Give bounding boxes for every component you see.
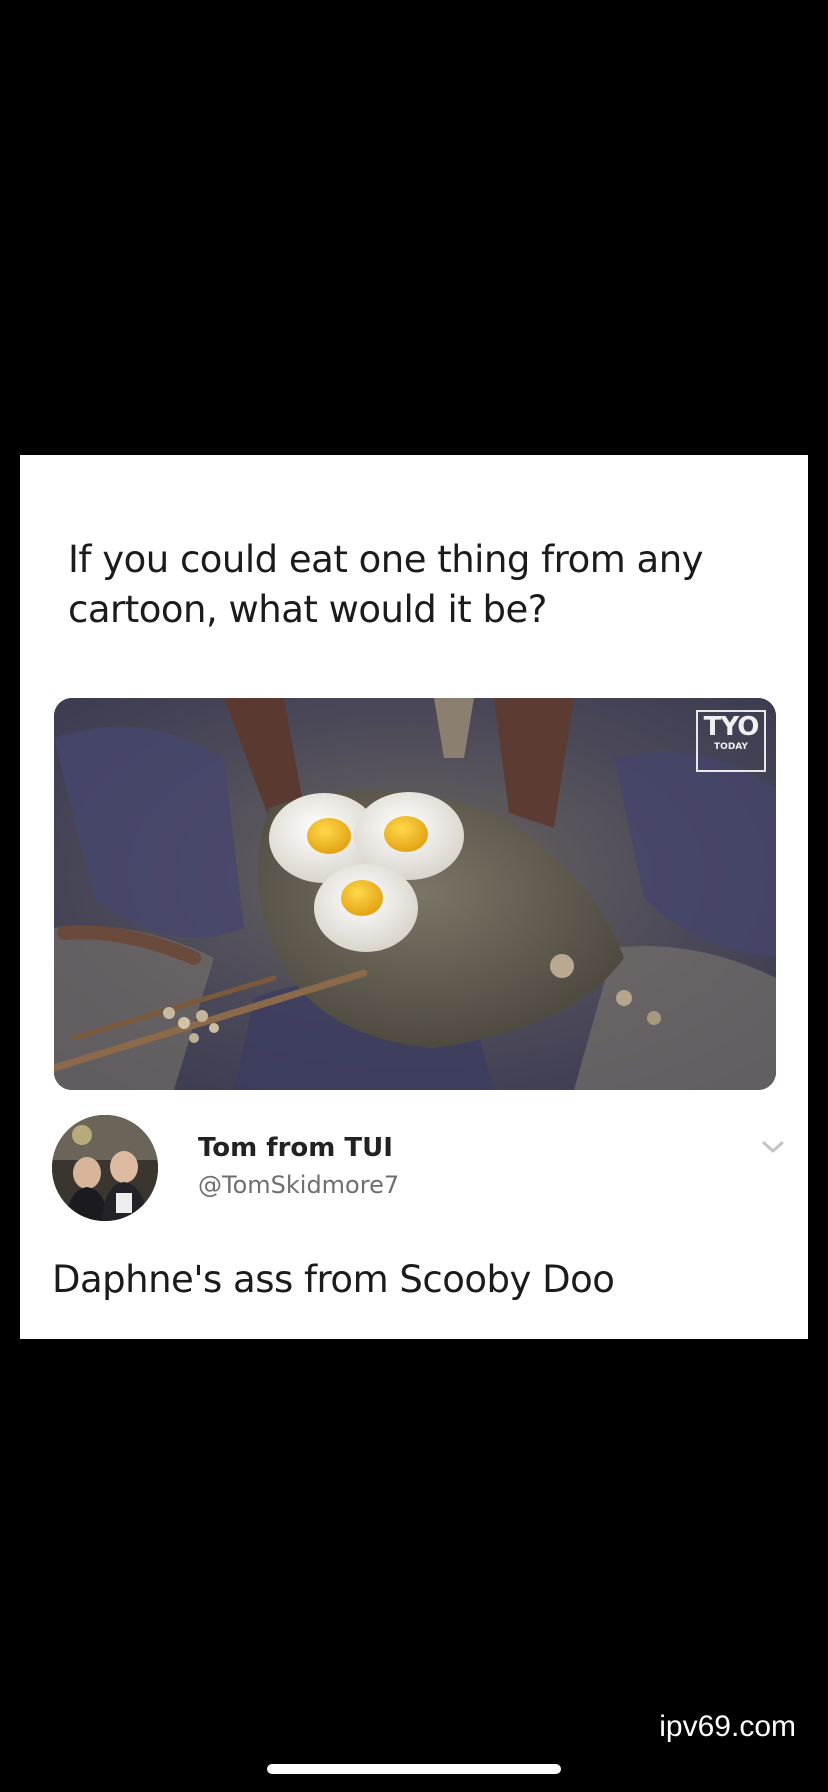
home-indicator[interactable] — [267, 1764, 561, 1774]
tyo-logo: TYO TODAY — [696, 710, 766, 772]
question-text: If you could eat one thing from any cart… — [68, 538, 704, 631]
logo-small-text: TODAY — [714, 742, 748, 752]
reply-author: Tom from TUI @TomSkidmore7 — [52, 1115, 802, 1227]
post-photo[interactable]: TYO TODAY — [54, 698, 776, 1090]
avatar-photo-icon — [52, 1115, 158, 1221]
screen: If you could eat one thing from any cart… — [0, 0, 828, 1792]
logo-big-text: TYO — [703, 712, 760, 742]
meme-card: If you could eat one thing from any cart… — [20, 455, 808, 1339]
reply-text: Daphne's ass from Scooby Doo — [52, 1258, 615, 1301]
fried-eggs-on-rock-photo — [54, 698, 776, 1090]
author-name[interactable]: Tom from TUI — [198, 1133, 393, 1163]
avatar[interactable] — [52, 1115, 158, 1221]
site-watermark: ipv69.com — [659, 1710, 796, 1743]
chevron-down-icon[interactable] — [760, 1137, 786, 1157]
author-handle[interactable]: @TomSkidmore7 — [198, 1171, 399, 1199]
